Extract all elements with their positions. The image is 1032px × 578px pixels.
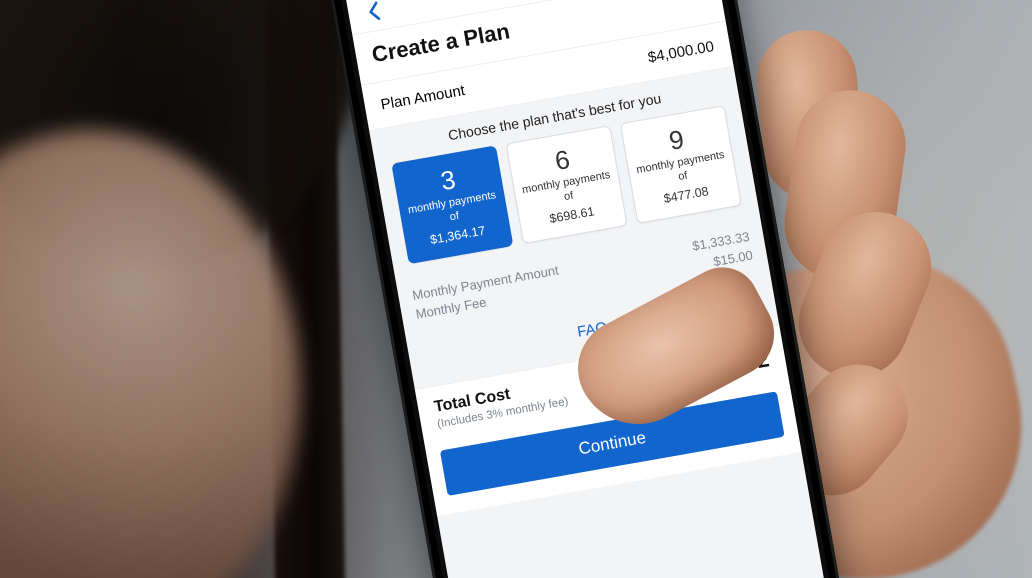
plan-amount-label: Plan Amount — [379, 82, 466, 114]
plan-option-3-months[interactable]: 3monthly payments of$1,364.17 — [391, 145, 513, 263]
plan-option-count: 9 — [667, 126, 686, 154]
plan-amount-value: $4,000.00 — [647, 38, 716, 66]
plan-option-6-months[interactable]: 6monthly payments of$698.61 — [506, 125, 628, 243]
plan-option-amount: $698.61 — [548, 204, 595, 226]
chevron-left-icon — [366, 0, 381, 22]
plan-option-count: 3 — [439, 166, 458, 194]
scene-background: Close Create a Plan Plan Amount $4,000.0… — [0, 0, 1032, 578]
monthly-fee-value: $15.00 — [712, 247, 754, 269]
plan-option-label: monthly payments of — [404, 189, 503, 233]
plan-option-label: monthly payments of — [632, 148, 731, 192]
plan-option-count: 6 — [553, 146, 572, 174]
plan-option-9-months[interactable]: 9monthly payments of$477.08 — [620, 105, 742, 223]
plan-option-amount: $477.08 — [663, 184, 710, 206]
plan-option-label: monthly payments of — [518, 168, 617, 212]
back-button[interactable] — [361, 0, 386, 24]
